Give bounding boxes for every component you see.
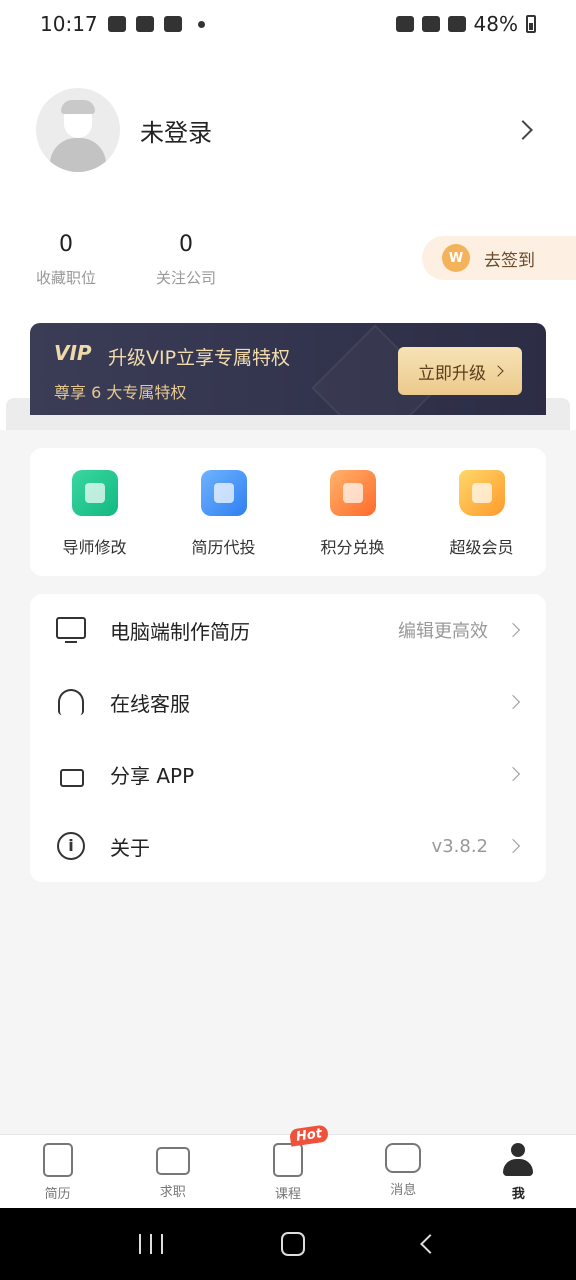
stat-label: 收藏职位 [35,269,96,287]
chevron-right-icon [505,838,521,854]
tab-label: 我 [511,1187,525,1202]
more-notifications-icon [197,20,205,28]
menu-item-value: 编辑更高效 [398,621,488,642]
stat-followed-companies[interactable]: 0 关注公司 [150,232,222,288]
chevron-right-icon [505,694,521,710]
signin-button[interactable]: W 去签到 [422,236,576,280]
quick-action-label: 积分兑换 [320,538,385,557]
stat-saved-jobs[interactable]: 0 收藏职位 [30,232,102,288]
mentor-edit-icon [71,470,118,516]
chevron-right-icon [505,622,521,638]
quick-action-label: 导师修改 [62,538,127,557]
chevron-right-icon [513,120,533,140]
quick-action-mentor-edit[interactable]: 导师修改 [30,448,159,576]
vip-logo: VIP [54,341,92,365]
chevron-right-icon [505,766,521,782]
tab-messages[interactable]: 消息 [346,1135,461,1208]
battery-percent: 48% [473,12,518,36]
resume-icon [42,1143,73,1177]
bottom-tab-bar: 简历 求职 Hot 课程 消息 我 [0,1124,576,1208]
home-icon[interactable] [281,1232,305,1256]
thumbs-up-icon [56,759,86,789]
tab-label: 求职 [159,1185,186,1200]
chat-icon [385,1143,422,1173]
person-icon [502,1143,534,1177]
menu-item-label: 分享 APP [110,763,195,788]
status-time: 10:17 [40,12,98,36]
menu-item-about[interactable]: i 关于 v3.8.2 [30,810,546,882]
vip-subtitle: 尊享 6 大专属特权 [54,383,187,402]
hot-badge: Hot [289,1124,330,1147]
upgrade-button[interactable]: 立即升级 [398,347,522,395]
battery-icon [526,15,536,33]
system-nav-bar [0,1208,576,1280]
vip-title: 升级VIP立享专属特权 [108,347,291,369]
coin-icon: W [442,244,470,272]
briefcase-icon [155,1147,190,1175]
monitor-icon [56,615,86,645]
tab-resume[interactable]: 简历 [0,1135,115,1208]
menu-item-share-app[interactable]: 分享 APP [30,738,546,810]
quick-action-resume-delivery[interactable]: 简历代投 [159,448,288,576]
headset-icon [56,687,86,717]
settings-menu: 电脑端制作简历 编辑更高效 在线客服 分享 APP i 关于 v3.8.2 [30,594,546,882]
profile-row[interactable]: 未登录 [36,88,540,172]
message-notification-icon [135,16,154,32]
menu-item-label: 关于 [110,835,150,860]
quick-action-label: 简历代投 [191,538,256,557]
mute-icon [395,16,414,32]
chevron-right-icon [492,365,504,377]
tab-label: 简历 [44,1187,71,1202]
tab-jobs[interactable]: 求职 [115,1135,230,1208]
upgrade-button-label: 立即升级 [418,363,486,384]
quick-actions-card: 导师修改 简历代投 积分兑换 超级会员 [30,448,546,576]
tab-me[interactable]: 我 [461,1135,576,1208]
status-bar: 10:17 48% [0,0,576,48]
menu-item-label: 电脑端制作简历 [110,619,250,644]
stat-value: 0 [59,232,73,257]
quick-action-label: 超级会员 [449,538,514,557]
wifi-icon [421,16,440,32]
gift-icon [329,470,376,516]
book-icon [273,1143,303,1177]
resume-delivery-icon [200,470,247,516]
signal-icon [447,16,466,32]
tab-label: 消息 [390,1183,417,1198]
vip-banner[interactable]: VIP 升级VIP立享专属特权 尊享 6 大专属特权 立即升级 [30,323,546,415]
tab-courses[interactable]: Hot 课程 [230,1124,345,1208]
info-icon: i [56,831,86,861]
profile-name: 未登录 [140,118,212,147]
stat-value: 0 [179,232,193,257]
stat-label: 关注公司 [155,269,216,287]
gallery-notification-icon [107,16,126,32]
avatar [36,88,120,172]
quick-action-super-member[interactable]: 超级会员 [417,448,546,576]
tab-label: 课程 [275,1187,302,1202]
stats-row: 0 收藏职位 0 关注公司 [30,232,270,288]
menu-item-label: 在线客服 [110,691,190,716]
menu-item-customer-service[interactable]: 在线客服 [30,666,546,738]
menu-item-desktop-resume[interactable]: 电脑端制作简历 编辑更高效 [30,594,546,666]
quick-action-points-exchange[interactable]: 积分兑换 [288,448,417,576]
back-icon[interactable] [420,1234,440,1254]
signin-label: 去签到 [484,250,535,271]
recent-apps-icon[interactable] [139,1234,163,1254]
crown-icon [458,470,505,516]
menu-item-value: v3.8.2 [431,835,488,857]
car-notification-icon [163,16,182,32]
